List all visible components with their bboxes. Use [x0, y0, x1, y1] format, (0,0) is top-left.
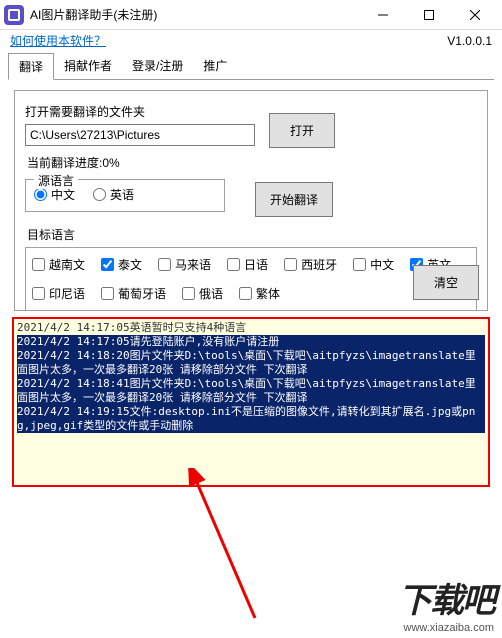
- folder-path-input[interactable]: [25, 124, 255, 146]
- check-ru[interactable]: 俄语: [182, 285, 223, 302]
- check-es[interactable]: 西班牙: [284, 256, 337, 273]
- log-line[interactable]: 2021/4/2 14:17:05英语暂时只支持4种语言: [17, 321, 485, 335]
- app-icon: [4, 5, 24, 25]
- maximize-button[interactable]: [406, 0, 452, 30]
- watermark: 下载吧 www.xiazaiba.com: [398, 573, 494, 634]
- help-link[interactable]: 如何使用本软件？: [10, 32, 106, 49]
- log-line[interactable]: 2021/4/2 14:18:20图片文件夹D:\tools\桌面\下载吧\ai…: [17, 349, 485, 377]
- check-ms[interactable]: 马来语: [158, 256, 211, 273]
- tab-donate[interactable]: 捐献作者: [54, 53, 122, 79]
- watermark-url: www.xiazaiba.com: [398, 622, 494, 634]
- log-line[interactable]: 2021/4/2 14:17:05请先登陆账户,没有账户请注册: [17, 335, 485, 349]
- radio-zh-input[interactable]: [34, 188, 47, 201]
- annotation-arrow-icon: [160, 468, 280, 628]
- tab-login[interactable]: 登录/注册: [122, 53, 193, 79]
- check-zh[interactable]: 中文: [353, 256, 394, 273]
- folder-label: 打开需要翻译的文件夹: [25, 103, 255, 120]
- version-label: V1.0.0.1: [447, 34, 492, 48]
- target-language-group: 越南文 泰文 马来语 日语 西班牙 中文 英文 印尼语 葡萄牙语 俄语 繁体: [25, 247, 477, 311]
- radio-en-input[interactable]: [93, 188, 106, 201]
- tabs: 翻译 捐献作者 登录/注册 推广: [8, 53, 494, 80]
- minimize-button[interactable]: [360, 0, 406, 30]
- topbar: 如何使用本软件？ V1.0.0.1: [0, 30, 502, 49]
- check-tc[interactable]: 繁体: [239, 285, 280, 302]
- window-controls: [360, 0, 498, 30]
- source-language-group: 源语言 中文 英语: [25, 179, 225, 212]
- target-language-title: 目标语言: [27, 226, 477, 243]
- tab-promote[interactable]: 推广: [193, 53, 237, 79]
- log-line[interactable]: 2021/4/2 14:18:41图片文件夹D:\tools\桌面\下载吧\ai…: [17, 377, 485, 405]
- window-title: AI图片翻译助手(未注册): [30, 6, 360, 23]
- source-language-title: 源语言: [34, 172, 78, 189]
- start-translate-button[interactable]: 开始翻译: [255, 182, 333, 217]
- check-id[interactable]: 印尼语: [32, 285, 85, 302]
- progress-text: 当前翻译进度:0%: [27, 154, 477, 171]
- titlebar: AI图片翻译助手(未注册): [0, 0, 502, 30]
- watermark-text: 下载吧: [398, 573, 494, 622]
- tab-translate[interactable]: 翻译: [8, 53, 54, 80]
- check-ja[interactable]: 日语: [227, 256, 268, 273]
- log-line[interactable]: 2021/4/2 14:19:15文件:desktop.ini不是压缩的图像文件…: [17, 405, 485, 433]
- open-button[interactable]: 打开: [269, 113, 335, 148]
- clear-button[interactable]: 清空: [413, 265, 479, 300]
- close-button[interactable]: [452, 0, 498, 30]
- main-panel: 打开需要翻译的文件夹 打开 当前翻译进度:0% 源语言 中文 英语 开始翻译 目…: [14, 90, 488, 311]
- log-box[interactable]: 2021/4/2 14:17:05英语暂时只支持4种语言 2021/4/2 14…: [12, 317, 490, 487]
- check-th[interactable]: 泰文: [101, 256, 142, 273]
- radio-en[interactable]: 英语: [93, 186, 134, 203]
- check-vi[interactable]: 越南文: [32, 256, 85, 273]
- check-pt[interactable]: 葡萄牙语: [101, 285, 166, 302]
